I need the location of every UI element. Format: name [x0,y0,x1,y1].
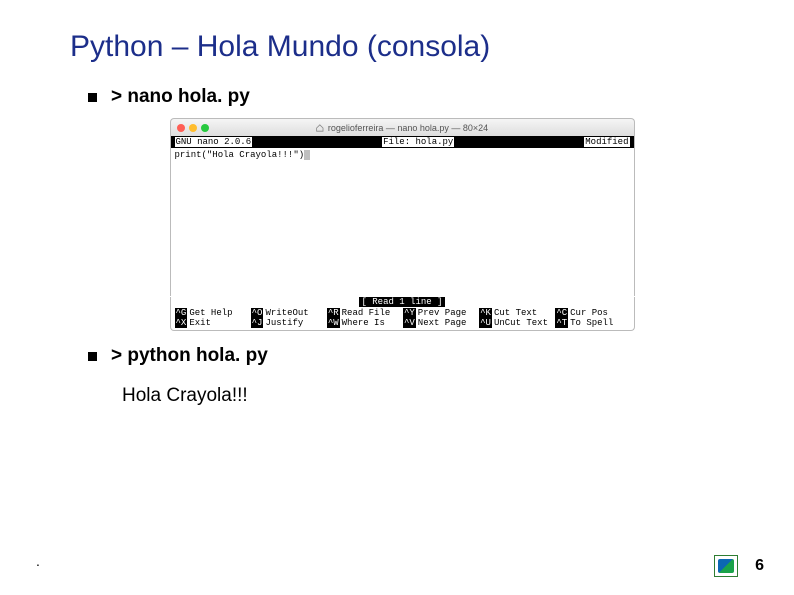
shortcut-to-spell: ^TTo Spell [555,318,629,328]
window-title-text: rogelioferreira — nano hola.py — 80×24 [328,123,488,133]
shortcut-key: ^V [403,318,416,328]
readline-text: [ Read 1 line ] [359,297,444,307]
shortcut-key: ^X [175,318,188,328]
shortcut-next-page: ^VNext Page [403,318,477,328]
bullet-text-nano: > nano hola. py [111,86,250,108]
bullet-icon [88,352,97,361]
nano-version: GNU nano 2.0.6 [175,137,253,147]
shortcut-label: Prev Page [418,308,467,318]
bullet-icon [88,93,97,102]
home-icon [316,124,324,132]
shortcut-label: Read File [342,308,391,318]
shortcut-label: UnCut Text [494,318,548,328]
shortcut-cur-pos: ^CCur Pos [555,308,629,318]
nano-footer: [ Read 1 line ] ^GGet Help ^OWriteOut ^R… [170,297,635,331]
shortcut-key: ^W [327,318,340,328]
maximize-icon[interactable] [201,124,209,132]
slide: Python – Hola Mundo (consola) > nano hol… [0,0,794,595]
footer-dot: . [36,553,40,569]
shortcut-read-file: ^RRead File [327,308,401,318]
shortcut-key: ^U [479,318,492,328]
terminal-window: rogelioferreira — nano hola.py — 80×24 G… [170,118,635,331]
minimize-icon[interactable] [189,124,197,132]
nano-status: Modified [584,137,629,147]
shortcut-label: Exit [189,318,211,328]
nano-readline: [ Read 1 line ] [171,297,634,307]
page-number: 6 [755,557,764,575]
shortcut-label: Cut Text [494,308,537,318]
shortcut-key: ^J [251,318,264,328]
shortcut-row-2: ^XExit ^JJustify ^WWhere Is ^VNext Page … [171,318,634,328]
program-output: Hola Crayola!!! [70,385,734,407]
close-icon[interactable] [177,124,185,132]
page-title: Python – Hola Mundo (consola) [70,30,734,64]
code-line: print("Hola Crayola!!!") [175,150,305,160]
logo-icon [714,555,738,577]
shortcut-writeout: ^OWriteOut [251,308,325,318]
shortcut-label: To Spell [570,318,613,328]
shortcut-key: ^R [327,308,340,318]
nano-header-bar: GNU nano 2.0.6 File: hola.py Modified [170,136,635,148]
shortcut-key: ^C [555,308,568,318]
mac-titlebar: rogelioferreira — nano hola.py — 80×24 [170,118,635,136]
shortcut-prev-page: ^YPrev Page [403,308,477,318]
shortcut-where-is: ^WWhere Is [327,318,401,328]
shortcut-key: ^T [555,318,568,328]
shortcut-key: ^O [251,308,264,318]
cursor-icon [304,150,310,160]
shortcut-label: WriteOut [265,308,308,318]
bullet-text-python: > python hola. py [111,345,268,367]
shortcut-key: ^Y [403,308,416,318]
window-title: rogelioferreira — nano hola.py — 80×24 [316,123,488,133]
nano-file-label: File: hola.py [382,137,454,147]
shortcut-label: Cur Pos [570,308,608,318]
shortcut-justify: ^JJustify [251,318,325,328]
shortcut-key: ^K [479,308,492,318]
shortcut-label: Where Is [342,318,385,328]
shortcut-label: Next Page [418,318,467,328]
shortcut-row-1: ^GGet Help ^OWriteOut ^RRead File ^YPrev… [171,308,634,318]
shortcut-cut-text: ^KCut Text [479,308,553,318]
shortcut-label: Get Help [189,308,232,318]
shortcut-label: Justify [265,318,303,328]
bullet-python: > python hola. py [70,345,734,367]
editor-body[interactable]: print("Hola Crayola!!!") [170,148,635,296]
shortcut-key: ^G [175,308,188,318]
shortcut-get-help: ^GGet Help [175,308,249,318]
bullet-nano: > nano hola. py [70,86,734,108]
shortcut-uncut-text: ^UUnCut Text [479,318,553,328]
shortcut-exit: ^XExit [175,318,249,328]
